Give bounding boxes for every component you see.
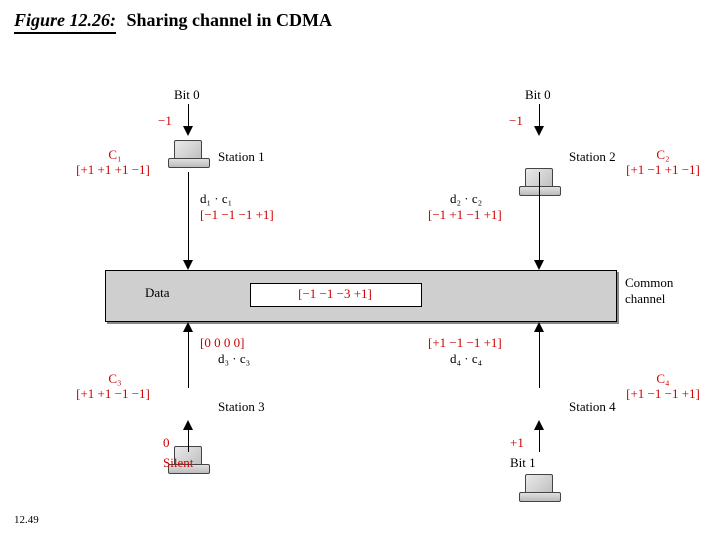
s4-chan-line bbox=[539, 332, 540, 388]
s4-code: [+1 −1 −1 +1] bbox=[612, 387, 714, 401]
s3-bit-note: Silent bbox=[163, 456, 193, 470]
s4-prod: [+1 −1 −1 +1] bbox=[428, 336, 502, 350]
s1-chan-line bbox=[188, 172, 189, 260]
s1-bit-value: −1 bbox=[158, 114, 172, 128]
s2-chan-line bbox=[539, 172, 540, 260]
s1-bit-label: Bit 0 bbox=[174, 88, 200, 102]
s2-name: Station 2 bbox=[569, 150, 616, 164]
s4-name: Station 4 bbox=[569, 400, 616, 414]
s2-chan-arrow bbox=[534, 260, 544, 270]
laptop-icon bbox=[168, 140, 208, 168]
laptop-icon bbox=[519, 474, 559, 502]
s2-bit-line bbox=[539, 104, 540, 126]
data-value: [−1 −1 −3 +1] bbox=[250, 287, 420, 301]
s1-prod-label: d₁ · c₁ bbox=[200, 192, 232, 206]
s1-bit-arrow bbox=[183, 126, 193, 136]
s3-bit-arrow bbox=[183, 420, 193, 430]
figure-number: Figure 12.26: bbox=[14, 10, 116, 34]
s3-prod-label: d₃ · c₃ bbox=[218, 352, 250, 366]
s3-chan-arrow bbox=[183, 322, 193, 332]
s4-code-name: C₄ bbox=[628, 372, 698, 386]
s2-prod-label: d₂ · c₂ bbox=[450, 192, 482, 206]
s2-code: [+1 −1 +1 −1] bbox=[612, 163, 714, 177]
s4-bit-label: +1 bbox=[510, 436, 524, 450]
s3-prod: [0 0 0 0] bbox=[200, 336, 244, 350]
s4-bit-line bbox=[539, 430, 540, 452]
s1-prod: [−1 −1 −1 +1] bbox=[200, 208, 274, 222]
s4-chan-arrow bbox=[534, 322, 544, 332]
s1-bit-line bbox=[188, 104, 189, 126]
s1-name: Station 1 bbox=[218, 150, 265, 164]
page-number: 12.49 bbox=[14, 514, 39, 526]
s2-prod: [−1 +1 −1 +1] bbox=[428, 208, 502, 222]
s1-code: [+1 +1 +1 −1] bbox=[62, 163, 164, 177]
s4-prod-label: d₄ · c₄ bbox=[450, 352, 482, 366]
s3-code-name: C₃ bbox=[80, 372, 150, 386]
s3-bit-label: 0 bbox=[163, 436, 170, 450]
s2-bit-label: Bit 0 bbox=[525, 88, 551, 102]
s3-code: [+1 +1 −1 −1] bbox=[62, 387, 164, 401]
s2-bit-arrow bbox=[534, 126, 544, 136]
common-label-2: channel bbox=[625, 292, 665, 306]
data-label: Data bbox=[145, 286, 170, 300]
s2-code-name: C₂ bbox=[628, 148, 698, 162]
s1-code-name: C₁ bbox=[80, 148, 150, 162]
s3-name: Station 3 bbox=[218, 400, 265, 414]
s3-chan-line bbox=[188, 332, 189, 388]
s2-bit-value: −1 bbox=[509, 114, 523, 128]
s1-chan-arrow bbox=[183, 260, 193, 270]
figure-text: Sharing channel in CDMA bbox=[127, 10, 333, 30]
common-label-1: Common bbox=[625, 276, 673, 290]
s3-bit-line bbox=[188, 430, 189, 452]
s4-bit-arrow bbox=[534, 420, 544, 430]
figure-title: Figure 12.26: Sharing channel in CDMA bbox=[14, 10, 332, 34]
s4-bit-note: Bit 1 bbox=[510, 456, 536, 470]
